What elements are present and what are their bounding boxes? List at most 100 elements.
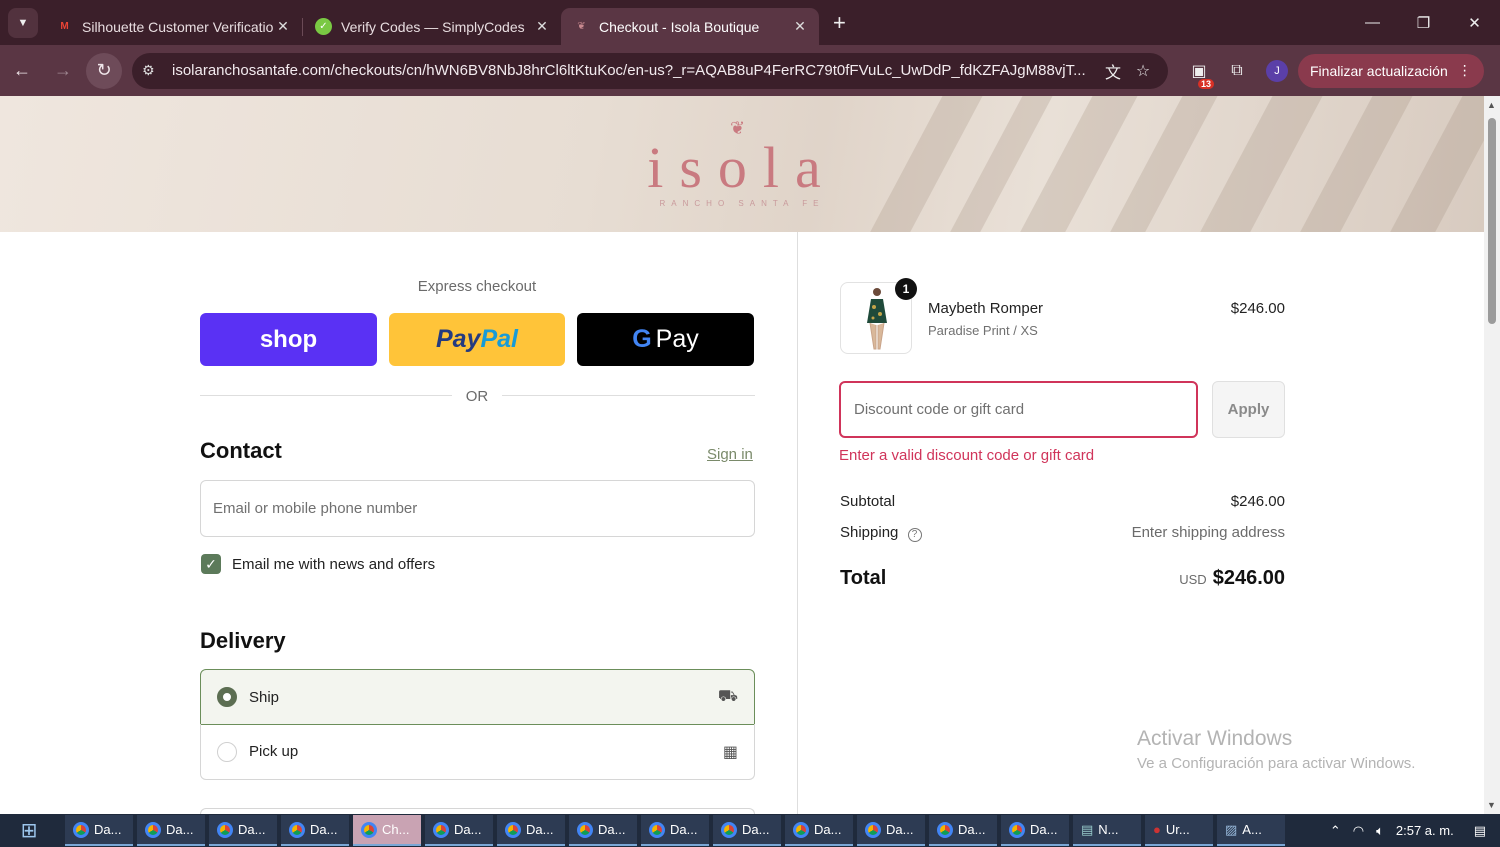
- quantity-badge: 1: [895, 278, 917, 300]
- site-info-icon[interactable]: ⚙: [142, 62, 162, 79]
- pickup-radio[interactable]: [217, 741, 237, 762]
- express-checkout-title: Express checkout: [417, 278, 537, 295]
- taskbar-item-active[interactable]: Ch...: [353, 815, 421, 846]
- extension-coupon-button[interactable]: ▣ 13: [1180, 61, 1218, 89]
- extension-icon: ▣: [1191, 62, 1207, 80]
- chevron-up-icon[interactable]: ⌃: [1330, 823, 1341, 839]
- new-tab-button[interactable]: +: [833, 8, 846, 38]
- delivery-option-pickup[interactable]: Pick up ▦: [200, 724, 755, 780]
- total-value: USD $246.00: [1179, 567, 1285, 589]
- activate-windows-watermark: Activar Windows Ve a Configuración para …: [1137, 727, 1416, 772]
- help-circle-icon[interactable]: ?: [907, 528, 922, 542]
- profile-avatar[interactable]: J: [1266, 59, 1288, 82]
- tab-gmail[interactable]: M Silhouette Customer Verificatio ✕: [44, 8, 302, 45]
- close-icon[interactable]: ✕: [274, 18, 292, 35]
- delivery-heading: Delivery: [200, 628, 286, 653]
- paypal-button[interactable]: Pay Pal: [389, 313, 565, 366]
- contact-heading: Contact: [200, 438, 282, 463]
- forward-button[interactable]: →: [44, 52, 82, 90]
- back-button[interactable]: ←: [3, 52, 41, 90]
- chrome-icon: [505, 821, 521, 838]
- reload-button[interactable]: ↻: [86, 52, 122, 89]
- taskbar-item[interactable]: ▤ N...: [1073, 815, 1141, 846]
- product-name: Maybeth Romper: [928, 300, 1044, 317]
- extension-badge: 13: [1197, 78, 1214, 89]
- taskbar-item[interactable]: Da...: [1001, 815, 1069, 846]
- extensions-button[interactable]: ⧉: [1218, 62, 1256, 80]
- app-icon: ●: [1153, 822, 1161, 837]
- chrome-icon: [793, 821, 809, 838]
- taskbar-item[interactable]: Da...: [857, 815, 925, 846]
- taskbar-item[interactable]: Da...: [569, 815, 637, 846]
- store-banner: isola RANCHO SANTA FE: [0, 96, 1484, 232]
- product-variant: Paradise Print / XS: [928, 323, 1038, 338]
- chrome-icon: [649, 821, 665, 838]
- delivery-option-ship[interactable]: Ship ⛟: [200, 669, 755, 725]
- notifications-icon[interactable]: ▤: [1474, 823, 1486, 839]
- taskbar-item[interactable]: Da...: [641, 815, 709, 846]
- email-field[interactable]: Email or mobile phone number: [200, 480, 755, 537]
- speaker-icon[interactable]: 🔈︎: [1376, 823, 1384, 839]
- chrome-icon: [289, 821, 305, 838]
- arrow-left-icon: ←: [13, 60, 31, 80]
- chrome-icon: [577, 821, 593, 838]
- taskbar-item[interactable]: Da...: [425, 815, 493, 846]
- clock[interactable]: 2:57 a. m.: [1396, 823, 1454, 838]
- scrollbar-thumb[interactable]: [1488, 118, 1496, 324]
- scroll-up-icon[interactable]: ▲: [1487, 100, 1496, 110]
- reload-icon: ↻: [96, 60, 112, 80]
- tab-bar: ▼ M Silhouette Customer Verificatio ✕ ✓ …: [0, 0, 1500, 45]
- discount-code-input[interactable]: Discount code or gift card: [839, 381, 1198, 438]
- taskbar-item[interactable]: Da...: [281, 815, 349, 846]
- apply-discount-button[interactable]: Apply: [1212, 381, 1285, 438]
- ship-radio[interactable]: [217, 687, 237, 707]
- store-logo[interactable]: isola: [0, 138, 1484, 198]
- total-label: Total: [840, 567, 887, 589]
- chrome-icon: [73, 821, 89, 838]
- taskbar-item[interactable]: Da...: [209, 815, 277, 846]
- subtotal-value: $246.00: [1230, 493, 1285, 510]
- tab-simplycodes[interactable]: ✓ Verify Codes — SimplyCodes ✕: [303, 8, 561, 45]
- currency-code: USD: [1179, 572, 1207, 587]
- chrome-icon: [433, 821, 449, 838]
- chrome-icon: [145, 821, 161, 838]
- store-logo-subtitle: RANCHO SANTA FE: [659, 199, 825, 208]
- chrome-icon: [361, 821, 377, 838]
- scroll-down-icon[interactable]: ▼: [1487, 800, 1496, 810]
- restore-icon[interactable]: ❐: [1398, 0, 1449, 45]
- taskbar-item[interactable]: Da...: [65, 815, 133, 846]
- truck-icon: ⛟: [717, 688, 738, 705]
- puzzle-icon: ⧉: [1231, 61, 1243, 79]
- page-scrollbar[interactable]: ▲ ▼: [1484, 96, 1500, 814]
- store-icon: ▦: [722, 743, 738, 761]
- minimize-icon[interactable]: —: [1347, 0, 1398, 45]
- tab-search-button[interactable]: ▼: [8, 8, 38, 38]
- taskbar-item[interactable]: Da...: [713, 815, 781, 846]
- address-bar[interactable]: ⚙ isolaranchosantafe.com/checkouts/cn/hW…: [132, 52, 1168, 89]
- sign-in-link[interactable]: Sign in: [707, 446, 753, 463]
- taskbar-item[interactable]: Da...: [137, 815, 205, 846]
- subtotal-label: Subtotal: [840, 493, 896, 510]
- star-icon[interactable]: ☆: [1128, 61, 1158, 81]
- taskbar-item[interactable]: Da...: [497, 815, 565, 846]
- google-pay-button[interactable]: G Pay: [577, 313, 754, 366]
- wifi-icon[interactable]: ◠: [1353, 823, 1364, 839]
- newsletter-checkbox[interactable]: ✓: [201, 554, 221, 574]
- tab-checkout[interactable]: ❦ Checkout - Isola Boutique ✕: [561, 8, 819, 45]
- translate-icon[interactable]: 文: [1098, 59, 1128, 83]
- or-divider: OR: [465, 388, 489, 405]
- notepad-icon: ▤: [1081, 821, 1094, 837]
- taskbar-item[interactable]: ● Ur...: [1145, 815, 1213, 846]
- url-text[interactable]: isolaranchosantafe.com/checkouts/cn/hWN6…: [172, 62, 1098, 79]
- close-icon[interactable]: ✕: [533, 18, 551, 35]
- update-button[interactable]: Finalizar actualización ⋮: [1298, 53, 1484, 88]
- taskbar-item[interactable]: Da...: [785, 815, 853, 846]
- close-icon[interactable]: ✕: [791, 18, 809, 35]
- shop-pay-button[interactable]: shop: [200, 313, 377, 366]
- taskbar-item[interactable]: Da...: [929, 815, 997, 846]
- close-window-icon[interactable]: ✕: [1449, 0, 1500, 45]
- newsletter-label: Email me with news and offers: [232, 556, 436, 573]
- isola-icon: ❦: [577, 21, 586, 32]
- windows-start-icon[interactable]: ⊞: [0, 818, 58, 843]
- taskbar-item[interactable]: ▨ A...: [1217, 815, 1285, 846]
